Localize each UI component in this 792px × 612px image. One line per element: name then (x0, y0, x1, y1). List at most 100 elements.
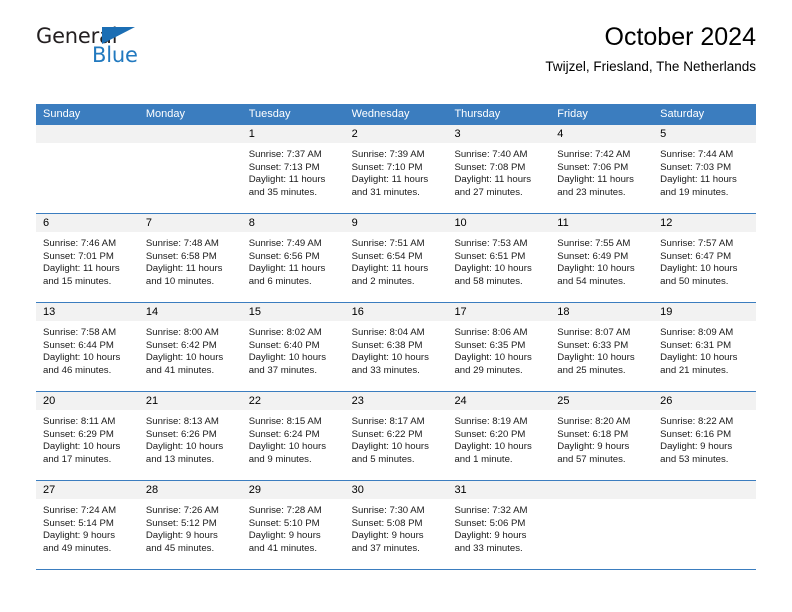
day-details: Sunrise: 8:22 AM Sunset: 6:16 PM Daylight:… (653, 410, 756, 466)
sunrise-text: Sunrise: 7:32 AM (454, 505, 528, 516)
day-number-band: 22 (241, 392, 345, 410)
day-number-band: 1 (241, 125, 345, 143)
sunrise-text: Sunrise: 8:17 AM (351, 416, 425, 427)
calendar-day-cell[interactable]: 3 Sunrise: 7:40 AM Sunset: 7:08 PM Daylight… (447, 125, 551, 213)
title-block: October 2024 Twijzel, Friesland, The Net… (545, 22, 756, 77)
calendar-day-cell[interactable]: 20 Sunrise: 8:11 AM Sunset: 6:29 PM Dayligh… (36, 392, 139, 480)
day-number-band: 30 (344, 481, 448, 499)
calendar-day-cell[interactable]: 1 Sunrise: 7:37 AM Sunset: 7:13 PM Daylight… (241, 125, 345, 213)
calendar-day-cell[interactable]: 26 Sunrise: 8:22 AM Sunset: 6:16 PM Dayligh… (653, 392, 757, 480)
calendar-day-cell[interactable]: 17 Sunrise: 8:06 AM Sunset: 6:35 PM Dayligh… (447, 303, 551, 391)
daylight-text: and 17 minutes. (43, 453, 112, 465)
day-number: 30 (351, 484, 364, 496)
day-number: 31 (454, 484, 467, 496)
calendar-day-cell[interactable]: 28 Sunrise: 7:26 AM Sunset: 5:12 PM Dayligh… (138, 481, 242, 569)
sunrise-text: Sunrise: 7:37 AM (248, 149, 322, 160)
daylight-text: Daylight: 11 hours (351, 174, 429, 186)
sunrise-text: Sunrise: 7:39 AM (351, 149, 425, 160)
day-number: 9 (351, 217, 358, 229)
day-details: Sunrise: 8:19 AM Sunset: 6:20 PM Daylight:… (447, 410, 550, 466)
day-of-week-header-saturday: Saturday (660, 108, 705, 120)
sunset-text: Sunset: 7:10 PM (351, 161, 423, 173)
day-number-band: 7 (138, 214, 242, 232)
calendar-day-cell[interactable]: 31 Sunrise: 7:32 AM Sunset: 5:06 PM Dayligh… (447, 481, 551, 569)
day-details: Sunrise: 7:55 AM Sunset: 6:49 PM Daylight:… (550, 232, 653, 288)
calendar-day-cell[interactable]: 12 Sunrise: 7:57 AM Sunset: 6:47 PM Dayligh… (653, 214, 757, 302)
day-details: Sunrise: 8:00 AM Sunset: 6:42 PM Daylight:… (139, 321, 242, 377)
sunset-text: Sunset: 6:18 PM (557, 428, 629, 440)
page-header: General Blue October 2024 Twijzel, Fries… (36, 0, 756, 74)
calendar-day-cell[interactable]: 11 Sunrise: 7:55 AM Sunset: 6:49 PM Dayligh… (550, 214, 654, 302)
daylight-text: Daylight: 9 hours (145, 530, 218, 542)
calendar-day-cell[interactable]: 25 Sunrise: 8:20 AM Sunset: 6:18 PM Dayligh… (550, 392, 654, 480)
calendar-day-cell[interactable]: 5 Sunrise: 7:44 AM Sunset: 7:03 PM Daylight… (653, 125, 757, 213)
day-number-band: 16 (344, 303, 448, 321)
day-number: 22 (248, 395, 261, 407)
day-details: Sunrise: 7:46 AM Sunset: 7:01 PM Daylight:… (36, 232, 139, 288)
calendar-day-cell[interactable]: 4 Sunrise: 7:42 AM Sunset: 7:06 PM Daylight… (550, 125, 654, 213)
calendar-day-cell[interactable]: 9 Sunrise: 7:51 AM Sunset: 6:54 PM Daylight… (344, 214, 448, 302)
daylight-text: Daylight: 9 hours (351, 530, 424, 542)
day-number: 15 (248, 306, 261, 318)
calendar-day-cell[interactable]: 30 Sunrise: 7:30 AM Sunset: 5:08 PM Dayligh… (344, 481, 448, 569)
day-of-week-header-tuesday: Tuesday (248, 108, 291, 120)
calendar-day-cell[interactable]: 27 Sunrise: 7:24 AM Sunset: 5:14 PM Dayligh… (36, 481, 139, 569)
calendar-day-cell[interactable]: 6 Sunrise: 7:46 AM Sunset: 7:01 PM Daylight… (36, 214, 139, 302)
calendar-day-cell[interactable]: 22 Sunrise: 8:15 AM Sunset: 6:24 PM Dayligh… (241, 392, 345, 480)
day-number-band: 18 (550, 303, 654, 321)
calendar-day-cell[interactable]: 19 Sunrise: 8:09 AM Sunset: 6:31 PM Dayligh… (653, 303, 757, 391)
daylight-text: and 9 minutes. (248, 453, 312, 465)
calendar-day-cell[interactable]: 24 Sunrise: 8:19 AM Sunset: 6:20 PM Dayligh… (447, 392, 551, 480)
logo-triangle-icon (102, 27, 135, 44)
daylight-text: Daylight: 11 hours (248, 174, 326, 186)
calendar-day-cell[interactable]: 16 Sunrise: 8:04 AM Sunset: 6:38 PM Dayligh… (344, 303, 448, 391)
sunrise-text: Sunrise: 7:51 AM (351, 238, 425, 249)
day-number: 25 (557, 395, 570, 407)
day-details: Sunrise: 8:15 AM Sunset: 6:24 PM Daylight:… (242, 410, 345, 466)
day-of-week-header-sunday: Sunday (43, 108, 81, 120)
day-number-band: 15 (241, 303, 345, 321)
day-number-band (138, 125, 242, 143)
calendar-day-cell[interactable]: 21 Sunrise: 8:13 AM Sunset: 6:26 PM Dayligh… (138, 392, 242, 480)
day-number-band: 20 (36, 392, 139, 410)
daylight-text: Daylight: 10 hours (43, 352, 121, 364)
day-number-band: 29 (241, 481, 345, 499)
daylight-text: Daylight: 10 hours (557, 263, 635, 275)
general-blue-logo[interactable]: General Blue (36, 24, 216, 72)
daylight-text: and 23 minutes. (557, 186, 626, 198)
sunrise-text: Sunrise: 7:28 AM (248, 505, 322, 516)
daylight-text: Daylight: 10 hours (248, 352, 327, 364)
daylight-text: Daylight: 11 hours (454, 174, 532, 186)
daylight-text: Daylight: 10 hours (248, 441, 327, 453)
calendar-day-cell[interactable]: 7 Sunrise: 7:48 AM Sunset: 6:58 PM Daylight… (138, 214, 242, 302)
calendar-day-cell[interactable]: 13 Sunrise: 7:58 AM Sunset: 6:44 PM Dayligh… (36, 303, 139, 391)
daylight-text: and 58 minutes. (454, 275, 523, 287)
calendar-day-cell[interactable]: 29 Sunrise: 7:28 AM Sunset: 5:10 PM Dayligh… (241, 481, 345, 569)
calendar-day-cell[interactable]: 2 Sunrise: 7:39 AM Sunset: 7:10 PM Daylight… (344, 125, 448, 213)
day-number-band: 9 (344, 214, 448, 232)
sunset-text: Sunset: 6:38 PM (351, 339, 423, 351)
sunset-text: Sunset: 7:13 PM (248, 161, 320, 173)
day-details: Sunrise: 8:17 AM Sunset: 6:22 PM Daylight:… (345, 410, 448, 466)
day-details: Sunrise: 7:44 AM Sunset: 7:03 PM Daylight:… (653, 143, 756, 199)
day-number: 4 (557, 128, 564, 140)
day-number: 27 (43, 484, 56, 496)
calendar-day-cell[interactable]: 15 Sunrise: 8:02 AM Sunset: 6:40 PM Dayligh… (241, 303, 345, 391)
calendar-day-cell[interactable]: 8 Sunrise: 7:49 AM Sunset: 6:56 PM Daylight… (241, 214, 345, 302)
daylight-text: and 31 minutes. (351, 186, 420, 198)
calendar-day-cell[interactable]: 14 Sunrise: 8:00 AM Sunset: 6:42 PM Dayligh… (138, 303, 242, 391)
calendar-day-cell[interactable]: 23 Sunrise: 8:17 AM Sunset: 6:22 PM Dayligh… (344, 392, 448, 480)
calendar-day-cell[interactable]: 18 Sunrise: 8:07 AM Sunset: 6:33 PM Dayligh… (550, 303, 654, 391)
day-details: Sunrise: 7:58 AM Sunset: 6:44 PM Daylight:… (36, 321, 139, 377)
sunset-text: Sunset: 6:20 PM (454, 428, 526, 440)
day-number-band: 4 (550, 125, 654, 143)
day-number: 7 (145, 217, 152, 229)
day-number: 28 (145, 484, 159, 496)
day-number-band: 14 (138, 303, 242, 321)
day-number-band: 5 (653, 125, 757, 143)
calendar-day-cell[interactable]: 10 Sunrise: 7:53 AM Sunset: 6:51 PM Dayligh… (447, 214, 551, 302)
sunrise-text: Sunrise: 8:13 AM (145, 416, 219, 427)
sunrise-text: Sunrise: 7:58 AM (43, 327, 117, 338)
daylight-text: and 33 minutes. (454, 542, 523, 554)
day-number: 20 (43, 395, 56, 407)
